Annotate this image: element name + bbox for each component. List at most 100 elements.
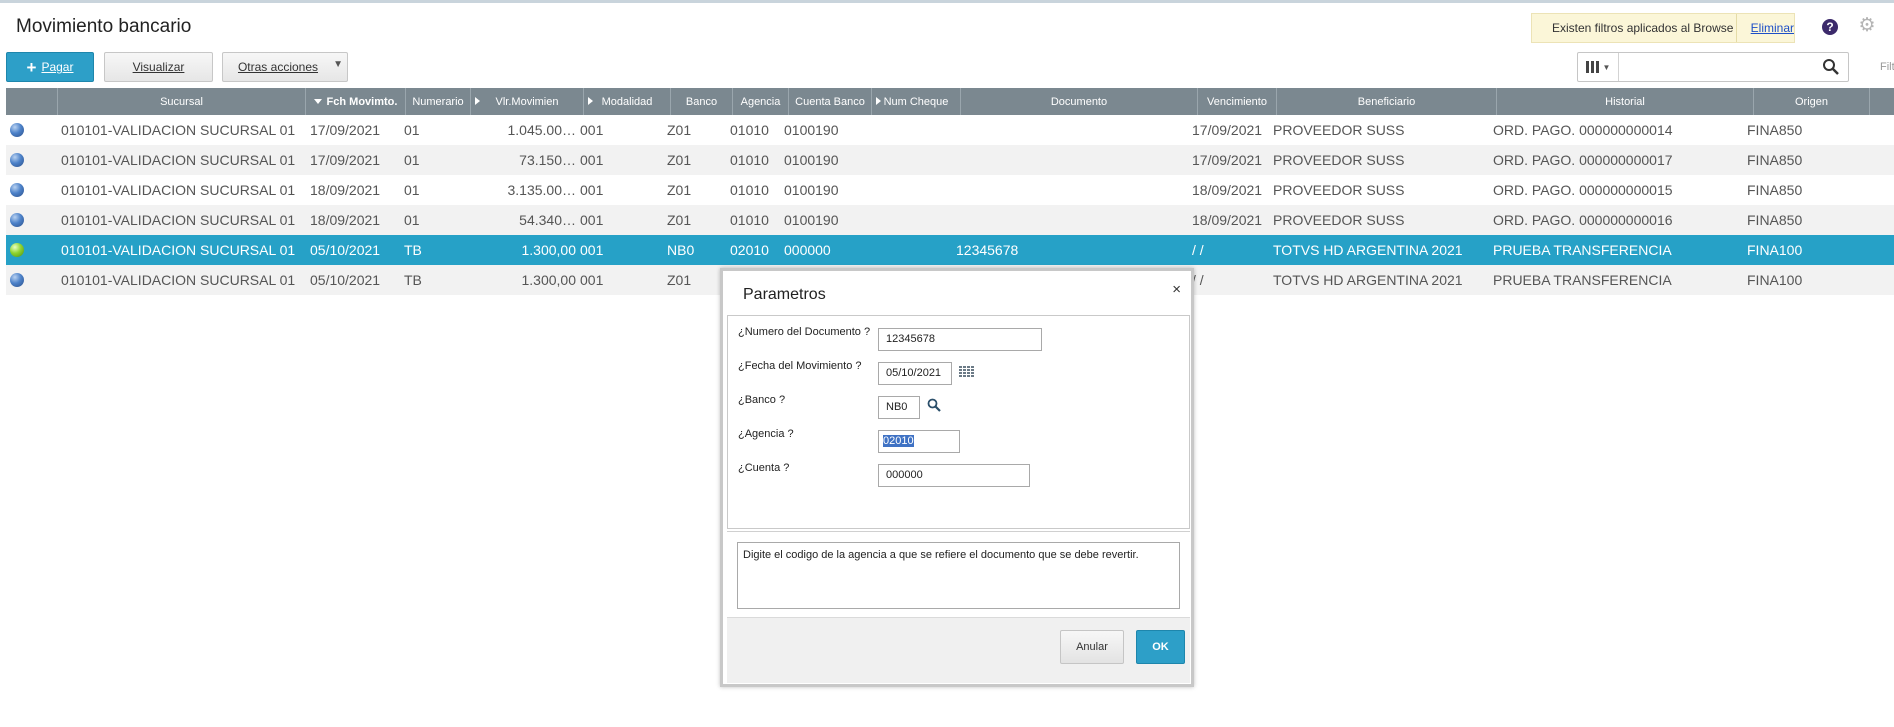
column-header-label: Vencimiento — [1207, 95, 1267, 108]
cell-documento — [956, 115, 1186, 145]
column-header[interactable]: Beneficiario — [1277, 88, 1497, 115]
column-header[interactable]: Vlr.Movimien — [471, 88, 584, 115]
cell-valor: 3.135.00… — [507, 182, 577, 198]
table-row[interactable]: 010101-VALIDACION SUCURSAL 01 17/09/2021 0… — [6, 145, 1894, 175]
ok-button[interactable]: OK — [1136, 630, 1185, 664]
cell-origen: FINA850 — [1747, 122, 1803, 138]
column-header[interactable]: Historial — [1497, 88, 1754, 115]
column-header-label: Cuenta Banco — [795, 95, 865, 108]
cell-vencimiento: 18/09/2021 — [1192, 212, 1263, 228]
column-header[interactable]: Cuenta Banco — [789, 88, 872, 115]
header-status-column[interactable] — [6, 88, 58, 115]
status-legend-icon[interactable] — [10, 123, 24, 137]
cell-cheque — [872, 205, 952, 235]
table-row[interactable]: 010101-VALIDACION SUCURSAL 01 18/09/2021 0… — [6, 175, 1894, 205]
cell-numerario: 01 — [404, 212, 420, 228]
parameters-dialog: Parametros × ¿Numero del Documento ? 123… — [720, 268, 1194, 687]
cell-modalidad: 001 — [580, 242, 604, 258]
pay-button[interactable]: + Pagar — [6, 52, 94, 82]
status-legend-icon[interactable] — [10, 273, 24, 287]
cell-valor: 73.150… — [519, 152, 576, 168]
sort-desc-icon — [313, 99, 322, 104]
chevron-down-icon: ▼ — [333, 59, 343, 70]
column-header[interactable]: Banco — [671, 88, 733, 115]
cell-sucursal: 010101-VALIDACION SUCURSAL 01 — [61, 272, 296, 288]
cell-origen: FINA850 — [1747, 182, 1803, 198]
search-icon[interactable] — [1822, 58, 1840, 76]
column-header[interactable]: Modalidad — [584, 88, 671, 115]
help-icon[interactable]: ? — [1822, 19, 1838, 35]
cell-beneficiario: PROVEEDOR SUSS — [1273, 182, 1405, 198]
cell-beneficiario: TOTVS HD ARGENTINA 2021 — [1273, 272, 1463, 288]
status-legend-icon[interactable] — [10, 153, 24, 167]
cell-documento — [956, 175, 1186, 205]
column-header[interactable]: Vencimiento — [1198, 88, 1277, 115]
expand-column-icon[interactable] — [588, 97, 593, 105]
column-header-label: Historial — [1605, 95, 1645, 108]
cell-valor: 1.300,00 — [521, 242, 577, 258]
cancel-button[interactable]: Anular — [1060, 630, 1124, 664]
column-header[interactable]: Sucursal — [58, 88, 306, 115]
columns-icon — [1585, 61, 1599, 73]
filter-label[interactable]: Filt — [1880, 61, 1894, 73]
view-button[interactable]: Visualizar — [104, 52, 213, 82]
expand-column-icon[interactable] — [876, 97, 881, 105]
cell-origen: FINA850 — [1747, 152, 1803, 168]
window-top-border — [0, 0, 1894, 3]
document-number-field[interactable]: 12345678 — [878, 328, 1042, 351]
bank-field[interactable]: NB0 — [878, 396, 920, 419]
cell-documento: 12345678 — [956, 242, 1019, 258]
cell-numerario: 01 — [404, 182, 420, 198]
column-picker-button[interactable]: ▼ — [1578, 53, 1619, 81]
cell-modalidad: 001 — [580, 122, 604, 138]
search-box: ▼ — [1577, 52, 1849, 82]
cell-banco: NB0 — [667, 242, 695, 258]
cell-fecha: 05/10/2021 — [310, 242, 381, 258]
movement-date-field[interactable]: 05/10/2021 — [878, 362, 952, 385]
table-row[interactable]: 010101-VALIDACION SUCURSAL 01 17/09/2021 0… — [6, 115, 1894, 145]
column-header[interactable]: Documento — [961, 88, 1198, 115]
status-legend-icon[interactable] — [10, 183, 24, 197]
table-row[interactable]: 010101-VALIDACION SUCURSAL 01 18/09/2021 0… — [6, 205, 1894, 235]
cell-historial: ORD. PAGO. 000000000017 — [1493, 152, 1673, 168]
cell-vencimiento: / / — [1192, 272, 1204, 288]
search-icon[interactable] — [927, 398, 941, 412]
cell-modalidad: 001 — [580, 152, 604, 168]
gear-icon[interactable]: ⚙ — [1857, 16, 1877, 36]
status-legend-icon[interactable] — [10, 243, 24, 257]
cell-cheque — [872, 145, 952, 175]
cell-banco: Z01 — [667, 182, 692, 198]
calendar-icon[interactable] — [959, 366, 975, 380]
cell-agencia: 01010 — [730, 212, 769, 228]
cell-documento — [956, 205, 1186, 235]
column-header-label: Modalidad — [601, 95, 653, 108]
cell-vencimiento: 17/09/2021 — [1192, 152, 1263, 168]
column-header[interactable]: Agencia — [733, 88, 789, 115]
cell-historial: PRUEBA TRANSFERENCIA — [1493, 272, 1672, 288]
status-legend-icon[interactable] — [10, 213, 24, 227]
cell-modalidad: 001 — [580, 212, 604, 228]
cell-historial: ORD. PAGO. 000000000014 — [1493, 122, 1673, 138]
cell-modalidad: 001 — [580, 182, 604, 198]
expand-column-icon[interactable] — [475, 97, 480, 105]
cell-modalidad: 001 — [580, 272, 604, 288]
cell-vencimiento: 17/09/2021 — [1192, 122, 1263, 138]
cell-fecha: 17/09/2021 — [310, 152, 381, 168]
cell-cheque — [872, 115, 952, 145]
column-header-label: Fch Movimto. — [326, 95, 398, 108]
cell-historial: ORD. PAGO. 000000000015 — [1493, 182, 1673, 198]
column-header[interactable]: Num Cheque — [872, 88, 961, 115]
agency-field[interactable]: 02010 — [878, 430, 960, 453]
table-row[interactable]: 010101-VALIDACION SUCURSAL 01 05/10/2021 T… — [6, 235, 1894, 265]
more-actions-button[interactable]: Otras acciones ▼ — [222, 52, 348, 82]
remove-filters-link[interactable]: Eliminar — [1737, 21, 1794, 35]
account-field[interactable]: 000000 — [878, 464, 1030, 487]
search-input[interactable] — [1622, 56, 1812, 78]
column-header[interactable]: Origen — [1754, 88, 1870, 115]
cell-documento — [956, 145, 1186, 175]
column-header[interactable]: Fch Movimto. — [306, 88, 406, 115]
column-header[interactable]: Numerario — [406, 88, 471, 115]
dialog-title: Parametros — [743, 286, 826, 303]
column-header-label: Vlr.Movimien — [495, 95, 559, 108]
close-icon[interactable]: × — [1172, 281, 1181, 298]
